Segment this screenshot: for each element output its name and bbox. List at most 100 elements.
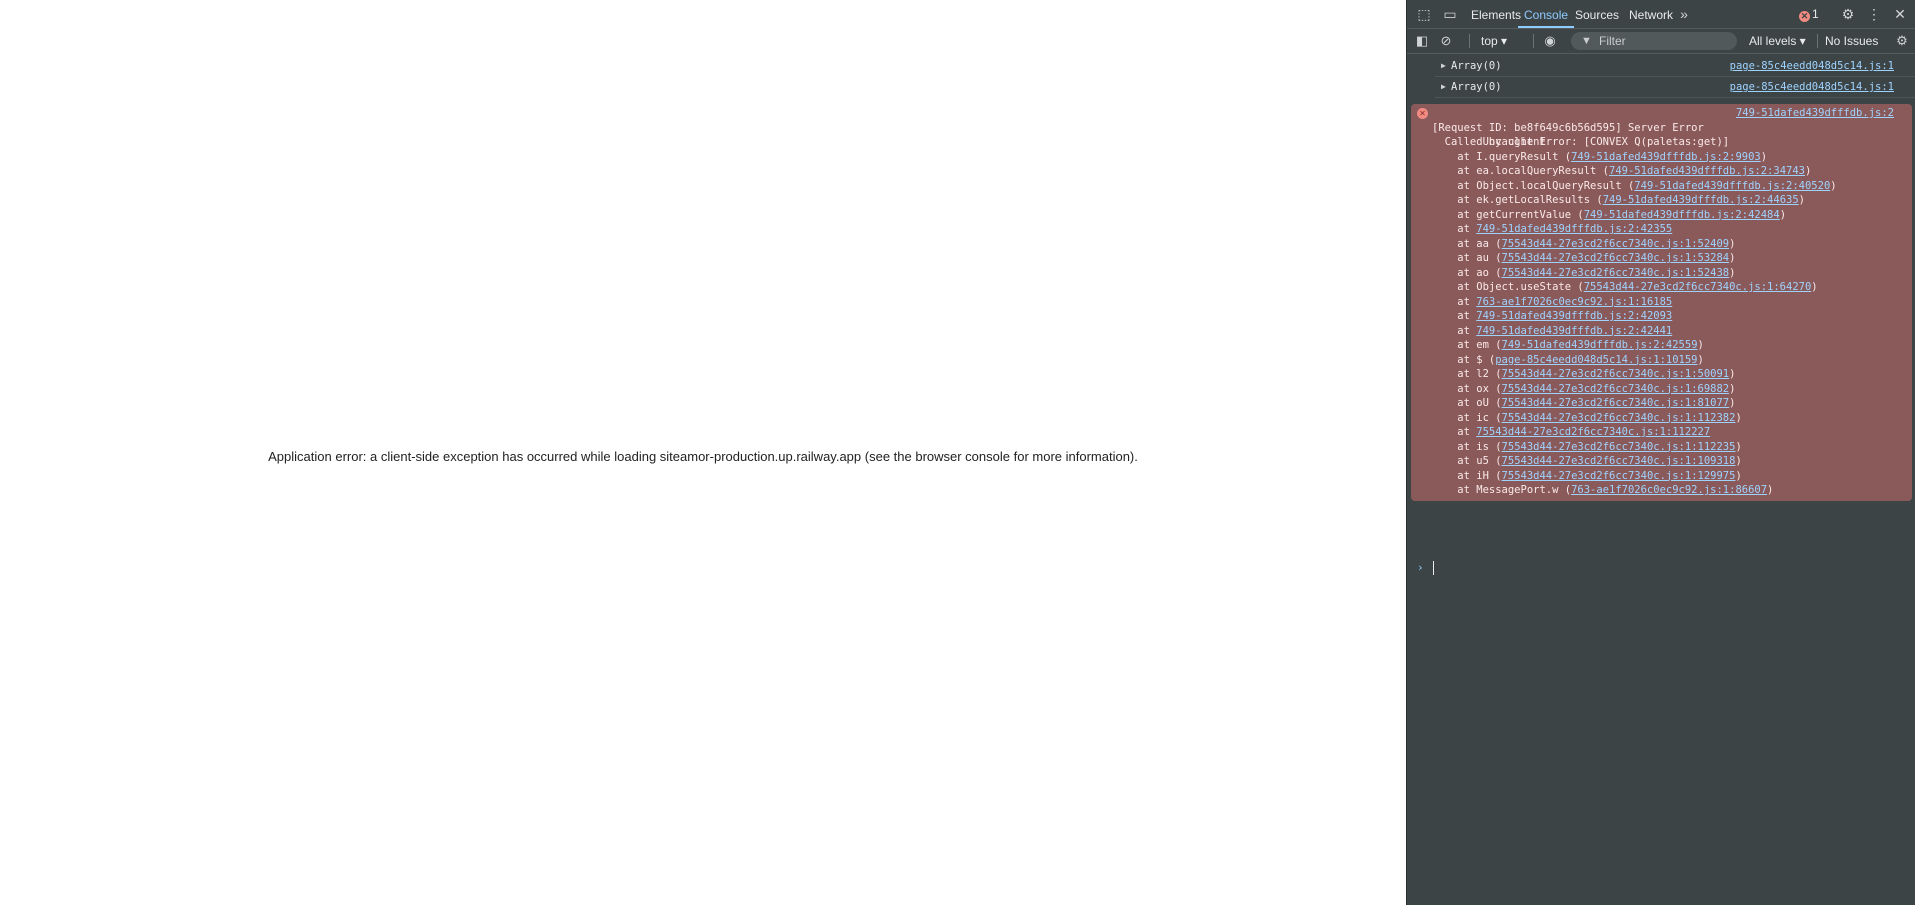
stack-frame: at I.queryResult (749-51dafed439dfffdb.j… <box>1411 150 1912 165</box>
stack-frame-prefix: at l2 ( <box>1432 368 1502 380</box>
tab-network[interactable]: Network <box>1623 0 1679 28</box>
stack-frame: at 749-51dafed439dfffdb.js:2:42355 <box>1411 222 1912 237</box>
stack-frame-prefix: at Object.useState ( <box>1432 281 1584 293</box>
stack-frame-link[interactable]: 75543d44-27e3cd2f6cc7340c.js:1:129975 <box>1502 470 1736 482</box>
sidebar-toggle-icon[interactable]: ◧ <box>1413 32 1431 50</box>
stack-frame-link[interactable]: 749-51dafed439dfffdb.js:2:34743 <box>1609 165 1805 177</box>
error-stack-trace: at I.queryResult (749-51dafed439dfffdb.j… <box>1411 150 1912 498</box>
stack-frame-link[interactable]: 75543d44-27e3cd2f6cc7340c.js:1:52409 <box>1502 238 1730 250</box>
stack-frame: at ea.localQueryResult (749-51dafed439df… <box>1411 164 1912 179</box>
stack-frame-link[interactable]: 749-51dafed439dfffdb.js:2:42559 <box>1502 339 1698 351</box>
stack-frame-link[interactable]: 749-51dafed439dfffdb.js:2:42093 <box>1476 310 1672 322</box>
stack-frame: at is (75543d44-27e3cd2f6cc7340c.js:1:11… <box>1411 440 1912 455</box>
stack-frame-link[interactable]: 763-ae1f7026c0ec9c92.js:1:16185 <box>1476 296 1672 308</box>
stack-frame-link[interactable]: 75543d44-27e3cd2f6cc7340c.js:1:112382 <box>1502 412 1736 424</box>
stack-frame-prefix: at <box>1432 324 1477 337</box>
stack-frame-prefix: at u5 ( <box>1432 455 1502 467</box>
console-input-caret[interactable] <box>1433 561 1434 575</box>
stack-frame-link[interactable]: 75543d44-27e3cd2f6cc7340c.js:1:64270 <box>1584 281 1812 293</box>
error-count: 1 <box>1812 7 1819 21</box>
error-source-link[interactable]: 749-51dafed439dfffdb.js:2 <box>1736 106 1894 121</box>
stack-frame-link[interactable]: 749-51dafed439dfffdb.js:2:42441 <box>1476 325 1672 337</box>
filter-input[interactable]: ▼ Filter <box>1571 32 1737 50</box>
inspect-element-icon[interactable]: ⬚ <box>1415 5 1433 23</box>
stack-frame-link[interactable]: 75543d44-27e3cd2f6cc7340c.js:1:52438 <box>1502 267 1730 279</box>
stack-frame-link[interactable]: 749-51dafed439dfffdb.js:2:44635 <box>1603 194 1799 206</box>
settings-gear-icon[interactable]: ⚙ <box>1839 5 1857 23</box>
stack-frame-suffix: ) <box>1798 194 1805 206</box>
more-tabs-icon[interactable]: » <box>1675 5 1693 23</box>
stack-frame-prefix: at ea.localQueryResult ( <box>1432 165 1610 177</box>
live-expression-eye-icon[interactable]: ◉ <box>1541 32 1559 50</box>
error-request-line: [Request ID: be8f649c6b56d595] Server Er… <box>1432 121 1704 134</box>
stack-frame-prefix: at ox ( <box>1432 382 1502 395</box>
expand-triangle-icon[interactable]: ▶ <box>1441 56 1446 76</box>
devtools-panel: ⬚ ▭ Elements Console Sources Network » ✕… <box>1406 0 1915 905</box>
stack-frame-suffix: ) <box>1735 440 1742 453</box>
console-toolbar: ◧ ⊘ top ▾ ◉ ▼ Filter All levels ▾ No Issu… <box>1407 29 1915 54</box>
close-devtools-icon[interactable]: ✕ <box>1891 5 1909 23</box>
stack-frame: at Object.localQueryResult (749-51dafed4… <box>1411 179 1912 194</box>
expand-triangle-icon[interactable]: ▶ <box>1441 77 1446 97</box>
stack-frame-link[interactable]: 75543d44-27e3cd2f6cc7340c.js:1:112227 <box>1476 426 1710 438</box>
console-settings-gear-icon[interactable]: ⚙ <box>1893 32 1911 50</box>
tab-console[interactable]: Console <box>1518 0 1575 28</box>
error-count-badge[interactable]: ✕ 1 <box>1799 6 1819 22</box>
log-levels-dropdown[interactable]: All levels ▾ <box>1749 33 1806 49</box>
toolbar-divider <box>1533 34 1534 48</box>
log-text[interactable]: Array(0) <box>1451 77 1502 97</box>
stack-frame: at u5 (75543d44-27e3cd2f6cc7340c.js:1:10… <box>1411 454 1912 469</box>
devtools-tabbar: ⬚ ▭ Elements Console Sources Network » ✕… <box>1407 0 1915 29</box>
stack-frame-prefix: at ek.getLocalResults ( <box>1432 194 1603 206</box>
stack-frame-prefix: at <box>1432 295 1477 308</box>
stack-frame-suffix: ) <box>1811 281 1818 293</box>
stack-frame-link[interactable]: 763-ae1f7026c0ec9c92.js:1:86607 <box>1571 484 1767 496</box>
stack-frame-link[interactable]: 749-51dafed439dfffdb.js:2:42484 <box>1584 209 1780 221</box>
log-text[interactable]: Array(0) <box>1451 56 1502 76</box>
device-toolbar-icon[interactable]: ▭ <box>1441 5 1459 23</box>
error-title-line: ✕ Uncaught Error: [CONVEX Q(paletas:get)… <box>1411 106 1912 148</box>
uncaught-error-message: ✕ Uncaught Error: [CONVEX Q(paletas:get)… <box>1411 104 1912 501</box>
stack-frame: at Object.useState (75543d44-27e3cd2f6cc… <box>1411 280 1912 295</box>
stack-frame-link[interactable]: 749-51dafed439dfffdb.js:2:42355 <box>1476 223 1672 235</box>
stack-frame-suffix: ) <box>1760 150 1768 163</box>
stack-frame: at 763-ae1f7026c0ec9c92.js:1:16185 <box>1411 295 1912 310</box>
stack-frame: at ek.getLocalResults (749-51dafed439dff… <box>1411 193 1912 208</box>
stack-frame-prefix: at au ( <box>1432 252 1502 264</box>
log-source-link[interactable]: page-85c4eedd048d5c14.js:1 <box>1730 77 1894 97</box>
stack-frame: at iH (75543d44-27e3cd2f6cc7340c.js:1:12… <box>1411 469 1912 484</box>
stack-frame-link[interactable]: 75543d44-27e3cd2f6cc7340c.js:1:81077 <box>1502 397 1730 409</box>
log-row[interactable]: ▶ Array(0) page-85c4eedd048d5c14.js:1 <box>1435 56 1915 77</box>
stack-frame: at aa (75543d44-27e3cd2f6cc7340c.js:1:52… <box>1411 237 1912 252</box>
stack-frame-link[interactable]: 75543d44-27e3cd2f6cc7340c.js:1:50091 <box>1502 368 1730 380</box>
stack-frame-link[interactable]: 749-51dafed439dfffdb.js:2:40520 <box>1634 180 1830 192</box>
stack-frame-link[interactable]: 75543d44-27e3cd2f6cc7340c.js:1:109318 <box>1502 455 1736 467</box>
stack-frame-link[interactable]: page-85c4eedd048d5c14.js:1:10159 <box>1495 354 1697 366</box>
stack-frame-link[interactable]: 75543d44-27e3cd2f6cc7340c.js:1:112235 <box>1502 441 1736 453</box>
stack-frame-link[interactable]: 75543d44-27e3cd2f6cc7340c.js:1:69882 <box>1502 383 1730 395</box>
stack-frame-link[interactable]: 749-51dafed439dfffdb.js:2:9903 <box>1571 151 1761 163</box>
console-messages: ▶ Array(0) page-85c4eedd048d5c14.js:1 ▶ … <box>1407 54 1915 575</box>
stack-frame-suffix: ) <box>1729 397 1736 409</box>
stack-frame: at getCurrentValue (749-51dafed439dfffdb… <box>1411 208 1912 223</box>
error-icon: ✕ <box>1417 108 1428 119</box>
stack-frame-prefix: at ao ( <box>1432 266 1502 279</box>
stack-frame-suffix: ) <box>1729 368 1736 380</box>
context-selector[interactable]: top ▾ <box>1481 33 1507 49</box>
stack-frame-link[interactable]: 75543d44-27e3cd2f6cc7340c.js:1:53284 <box>1502 252 1730 264</box>
stack-frame: at 75543d44-27e3cd2f6cc7340c.js:1:112227 <box>1411 425 1912 440</box>
stack-frame-prefix: at em ( <box>1432 339 1502 351</box>
stack-frame-suffix: ) <box>1779 208 1787 221</box>
stack-frame-prefix: at ic ( <box>1432 411 1502 424</box>
clear-console-icon[interactable]: ⊘ <box>1437 32 1455 50</box>
stack-frame-suffix: ) <box>1804 165 1812 177</box>
stack-frame: at 749-51dafed439dfffdb.js:2:42441 <box>1411 324 1912 339</box>
issues-counter[interactable]: No Issues <box>1825 33 1878 49</box>
stack-frame: at ox (75543d44-27e3cd2f6cc7340c.js:1:69… <box>1411 382 1912 397</box>
tab-sources[interactable]: Sources <box>1569 0 1625 28</box>
stack-frame-suffix: ) <box>1729 252 1736 264</box>
console-prompt-chevron-icon: › <box>1417 561 1424 574</box>
more-options-icon[interactable]: ⋮ <box>1865 5 1883 23</box>
log-row[interactable]: ▶ Array(0) page-85c4eedd048d5c14.js:1 <box>1435 77 1915 98</box>
log-source-link[interactable]: page-85c4eedd048d5c14.js:1 <box>1730 56 1894 76</box>
